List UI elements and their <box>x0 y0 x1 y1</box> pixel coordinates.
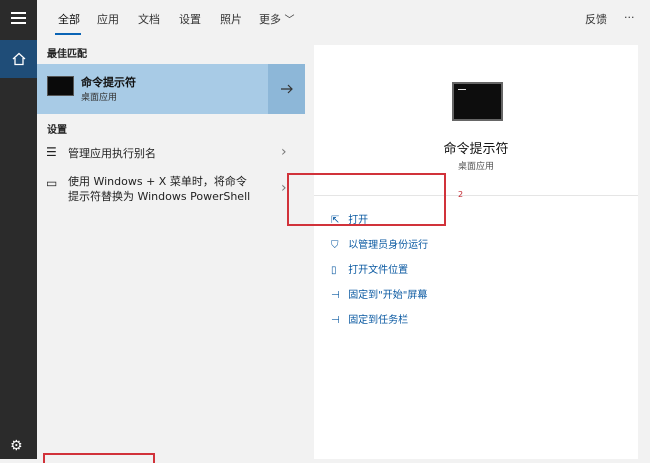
highlight-box-open <box>287 173 446 226</box>
tab-more[interactable]: 更多 ﹀ <box>259 11 295 27</box>
search-tabs: 全部 应用 文档 设置 照片 更多 ﹀ 反馈 ··· <box>37 0 650 38</box>
action-pin-to-taskbar[interactable]: ⊣ 固定到任务栏 <box>331 311 408 326</box>
action-label: 打开文件位置 <box>348 265 409 276</box>
command-prompt-large-icon <box>452 82 503 121</box>
active-tab-indicator <box>55 33 81 35</box>
feedback-link[interactable]: 反馈 <box>585 11 607 27</box>
tab-settings[interactable]: 设置 <box>179 11 201 27</box>
left-rail: ⚙ <box>0 0 37 459</box>
best-match-title: 命令提示符 <box>81 76 136 89</box>
action-label: 固定到"开始"屏幕 <box>348 290 428 301</box>
settings-item-app-aliases[interactable]: ☰ 管理应用执行别名 › <box>37 142 305 166</box>
tab-apps[interactable]: 应用 <box>97 11 119 27</box>
highlight-box-search <box>43 453 155 463</box>
pin-icon: ⊣ <box>331 290 340 301</box>
preview-title: 命令提示符 <box>443 142 509 157</box>
settings-item-line1: 使用 Windows + X 菜单时，将命令 <box>68 175 247 188</box>
settings-item-line2: 提示符替换为 Windows PowerShell <box>68 190 251 203</box>
more-options-icon[interactable]: ··· <box>624 11 635 24</box>
tab-more-label: 更多 <box>259 13 281 26</box>
home-icon[interactable] <box>0 40 37 78</box>
action-open-file-location[interactable]: ▯ 打开文件位置 <box>331 261 408 276</box>
list-settings-icon: ☰ <box>46 145 57 159</box>
monitor-icon: ▭ <box>46 176 58 190</box>
best-match-subtitle: 桌面应用 <box>81 93 118 103</box>
action-label: 固定到任务栏 <box>348 315 409 326</box>
results-pane: 最佳匹配 命令提示符 桌面应用 设置 ☰ 管理应用执行别名 › ▭ 使用 Win… <box>37 38 305 459</box>
chevron-down-icon: ﹀ <box>284 15 295 26</box>
tab-documents[interactable]: 文档 <box>138 11 160 27</box>
settings-item-label: 使用 Windows + X 菜单时，将命令 提示符替换为 Windows Po… <box>68 174 250 204</box>
command-prompt-icon <box>47 76 74 96</box>
best-match-header: 最佳匹配 <box>47 49 87 60</box>
hamburger-menu-icon[interactable] <box>11 12 26 24</box>
action-label: 以管理员身份运行 <box>348 240 429 251</box>
tab-all[interactable]: 全部 <box>58 11 80 27</box>
chevron-right-icon: › <box>281 144 287 160</box>
arrow-right-icon <box>280 84 293 94</box>
open-details-button[interactable] <box>268 64 305 114</box>
file-location-icon: ▯ <box>331 265 337 276</box>
pin-icon: ⊣ <box>331 315 340 326</box>
tab-photos[interactable]: 照片 <box>220 11 242 27</box>
chevron-right-icon: › <box>281 180 287 196</box>
best-match-item[interactable]: 命令提示符 桌面应用 <box>37 64 305 114</box>
action-run-as-admin[interactable]: ⛉ 以管理员身份运行 <box>331 236 428 251</box>
preview-subtitle: 桌面应用 <box>457 162 494 172</box>
settings-item-powershell-replace[interactable]: ▭ 使用 Windows + X 菜单时，将命令 提示符替换为 Windows … <box>37 172 305 208</box>
annotation-number: 2 <box>458 190 464 199</box>
settings-header: 设置 <box>47 125 67 136</box>
action-pin-to-start[interactable]: ⊣ 固定到"开始"屏幕 <box>331 286 427 301</box>
preview-pane: 命令提示符 桌面应用 ⇱ 打开 ⛉ 以管理员身份运行 ▯ 打开文件位置 ⊣ 固定… <box>314 45 638 459</box>
gear-icon[interactable]: ⚙ <box>10 438 23 454</box>
settings-item-label: 管理应用执行别名 <box>68 147 156 160</box>
shield-icon: ⛉ <box>331 240 339 251</box>
